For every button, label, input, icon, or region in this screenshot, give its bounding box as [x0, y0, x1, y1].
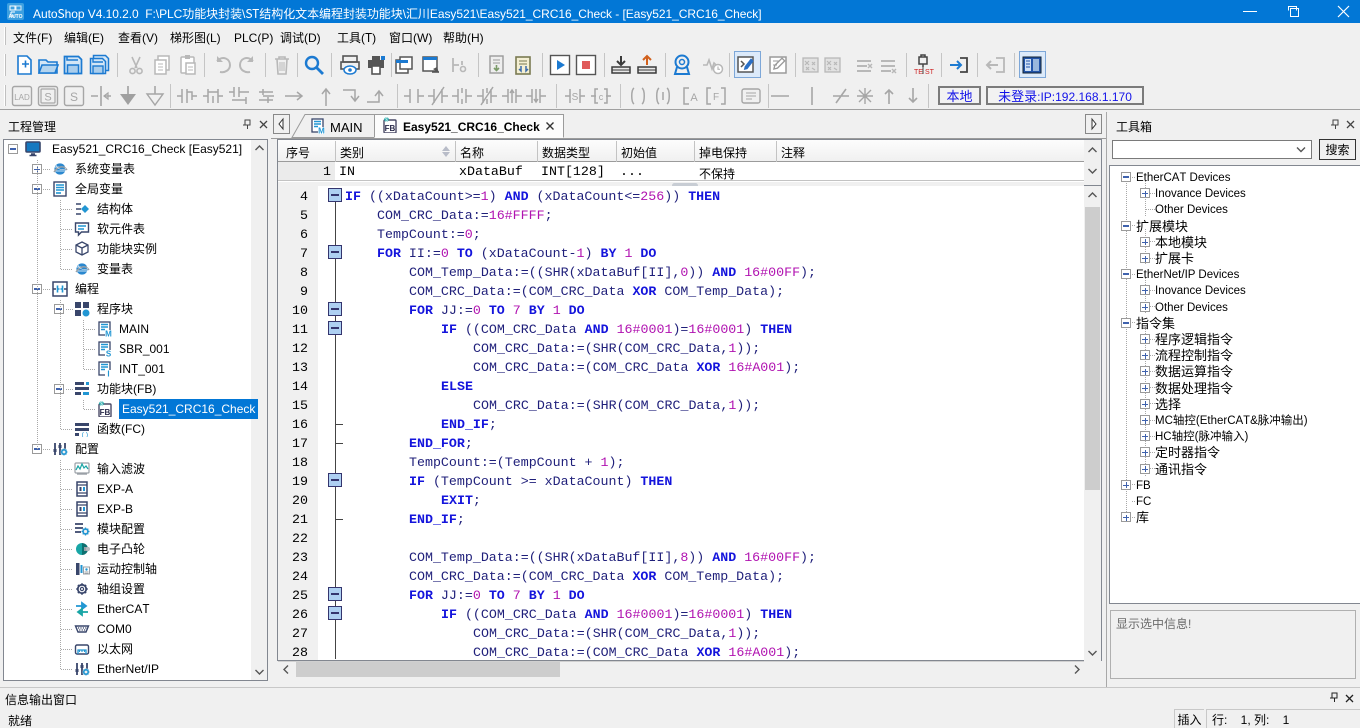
svg-text:LAD: LAD	[14, 93, 30, 102]
svg-text:ST: ST	[925, 69, 935, 76]
svg-text:F: F	[713, 92, 719, 103]
svg-text:AUTO: AUTO	[8, 14, 22, 20]
svg-text:$: $	[385, 118, 388, 124]
svg-text:FB: FB	[385, 124, 396, 133]
svg-text:M: M	[318, 127, 325, 135]
svg-text:S: S	[70, 90, 78, 104]
svg-text:S: S	[44, 92, 51, 104]
svg-text:S: S	[572, 92, 579, 103]
svg-text:c: c	[599, 92, 604, 102]
svg-text:A: A	[690, 92, 698, 104]
svg-text:TE: TE	[914, 69, 923, 76]
